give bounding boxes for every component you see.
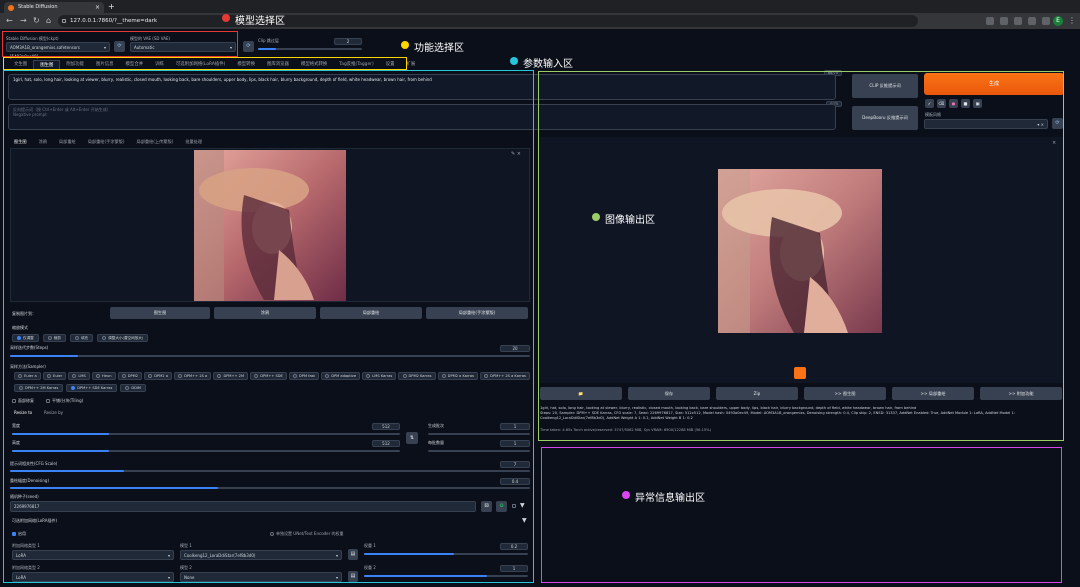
output-area-outline [538, 71, 1064, 441]
profile-avatar[interactable]: E [1053, 16, 1063, 26]
back-icon[interactable]: ← [6, 16, 13, 26]
url-text: 127.0.0.1:7860/?__theme=dark [70, 18, 158, 24]
model-area-marker-icon [222, 14, 230, 22]
param-area-marker-icon [510, 57, 518, 65]
extension-icon[interactable] [1014, 17, 1022, 25]
param-area-outline [3, 70, 534, 583]
extension-icon[interactable] [1042, 17, 1050, 25]
model-area-label: 模型选择区 [235, 16, 285, 27]
clip-skip-slider-fill [258, 48, 276, 50]
address-bar[interactable]: 127.0.0.1:7860/?__theme=dark [58, 15, 918, 27]
clip-skip-input[interactable]: 2 [334, 38, 362, 45]
model-area-outline [2, 31, 238, 57]
refresh-vae-button[interactable]: ⟳ [243, 41, 254, 52]
browser-tab-bar [0, 0, 1080, 13]
extension-icon[interactable] [986, 17, 994, 25]
browser-menu-icon[interactable]: ⋮ [1068, 16, 1076, 26]
param-area-label: 参数输入区 [523, 59, 573, 70]
function-area-outline [3, 57, 407, 70]
new-tab-button[interactable]: + [108, 2, 115, 12]
error-area-marker-icon [622, 491, 630, 499]
tab-title: Stable Diffusion [18, 4, 58, 10]
function-area-marker-icon [401, 41, 409, 49]
reload-icon[interactable]: ↻ [33, 16, 40, 26]
close-tab-icon[interactable]: × [95, 2, 100, 13]
extension-icon[interactable] [1000, 17, 1008, 25]
forward-icon[interactable]: → [20, 16, 27, 26]
error-area-label: 异常信息输出区 [635, 493, 705, 504]
error-area-outline [541, 447, 1062, 583]
function-area-label: 功能选择区 [414, 43, 464, 54]
browser-tab[interactable]: Stable Diffusion × [4, 2, 104, 13]
clip-skip-slider[interactable] [258, 48, 362, 50]
favicon-icon [8, 5, 14, 11]
extension-icon[interactable] [1028, 17, 1036, 25]
output-area-label: 图像输出区 [605, 215, 655, 226]
site-info-icon [62, 19, 66, 23]
output-area-marker-icon [592, 213, 600, 221]
clip-skip-label: Clip 跳过层 [258, 38, 279, 43]
home-icon[interactable]: ⌂ [46, 16, 51, 26]
